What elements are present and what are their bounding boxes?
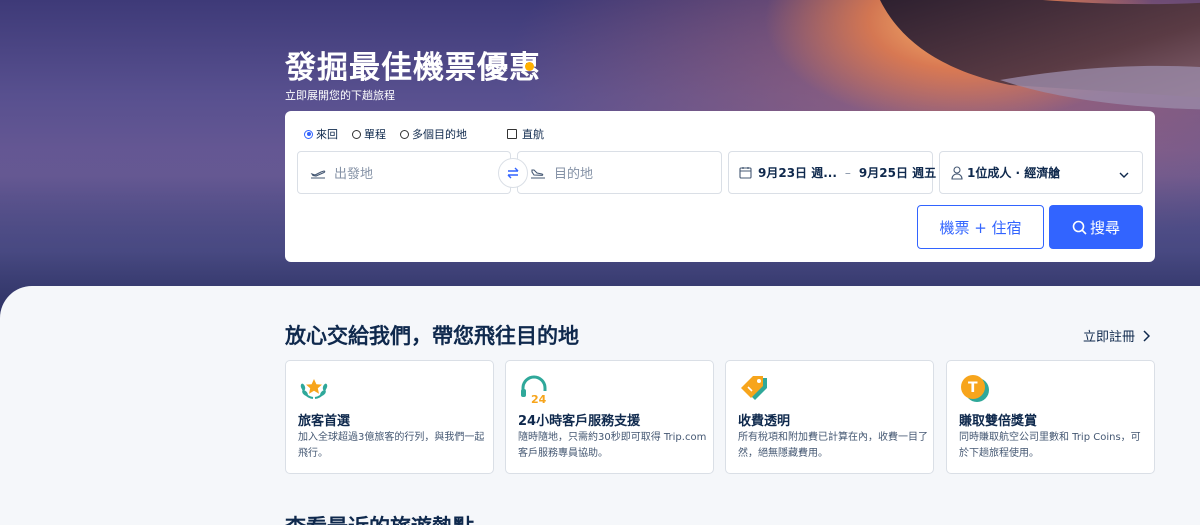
feature-card-support: 24 24小時客戶服務支援 隨時隨地，只需約30秒即可取得 Trip.com 客… xyxy=(505,360,714,474)
price-tag-icon xyxy=(741,376,767,400)
calendar-icon xyxy=(739,165,752,181)
page-title: 發掘最佳機票優惠 xyxy=(285,50,541,86)
trip-type-multi-city[interactable]: 多個目的地 xyxy=(400,126,467,142)
return-date: 9月25日 週五 xyxy=(858,166,937,180)
swap-locations-button[interactable] xyxy=(498,158,528,188)
destination-field[interactable]: 目的地 xyxy=(517,151,722,194)
trust-section-title: 放心交給我們，帶您飛往目的地 xyxy=(285,324,579,348)
page-subtitle: 立即展開您的下趟旅程 xyxy=(285,89,395,102)
feature-description: 所有稅項和附加費已計算在內，收費一目了然，絕無隱藏費用。 xyxy=(738,432,928,459)
radio-icon[interactable] xyxy=(352,129,361,139)
feature-card-double-rewards: T 賺取雙倍獎賞 同時賺取航空公司里數和 Trip Coins，可於下趟旅程使用… xyxy=(946,360,1155,474)
register-link[interactable]: 立即註冊 xyxy=(1083,326,1151,345)
trip-type-round-trip[interactable]: 來回 xyxy=(304,126,338,142)
destination-placeholder: 目的地 xyxy=(554,167,594,182)
landing-plane-icon xyxy=(530,165,546,181)
trip-type-label: 單程 xyxy=(364,128,386,141)
origin-placeholder: 出發地 xyxy=(334,167,374,182)
feature-title: 賺取雙倍獎賞 xyxy=(959,414,1038,429)
svg-text:24: 24 xyxy=(531,393,547,405)
depart-date: 9月23日 週... xyxy=(758,166,837,180)
trip-type-label: 多個目的地 xyxy=(412,128,467,141)
direct-flight-toggle[interactable]: 直航 xyxy=(507,126,544,142)
feature-title: 旅客首選 xyxy=(298,414,351,429)
trip-type-selector: 來回 單程 多個目的地 直航 xyxy=(304,126,544,142)
main-content: 放心交給我們，帶您飛往目的地 立即註冊 旅客首選 加入全球超過3億旅客的行列，與… xyxy=(0,286,1200,525)
takeoff-plane-icon xyxy=(310,165,326,181)
feature-description: 加入全球超過3億旅客的行列，與我們一起飛行。 xyxy=(298,432,485,459)
checkbox-icon[interactable] xyxy=(507,129,517,139)
flight-search-panel: 來回 單程 多個目的地 直航 出發地 目的地 9月23日 週... – 9月25… xyxy=(285,111,1155,262)
feature-title: 收費透明 xyxy=(738,414,791,429)
title-accent-dot xyxy=(525,62,534,71)
date-separator: – xyxy=(844,165,851,180)
swap-arrows-icon xyxy=(507,167,519,179)
svg-text:T: T xyxy=(968,380,978,396)
feature-description: 隨時隨地，只需約30秒即可取得 Trip.com 客戶服務專員協助。 xyxy=(518,432,707,459)
person-icon xyxy=(949,165,965,181)
direct-flight-label: 直航 xyxy=(522,128,544,141)
search-button[interactable]: 搜尋 xyxy=(1049,205,1143,249)
register-link-label: 立即註冊 xyxy=(1083,330,1136,345)
recent-destinations-title: 查看最近的旅遊熱點 xyxy=(285,511,474,525)
radio-selected-icon[interactable] xyxy=(304,129,313,139)
chevron-right-icon xyxy=(1143,329,1151,342)
headset-24-icon: 24 xyxy=(521,375,547,405)
search-icon xyxy=(1072,220,1087,235)
trip-type-label: 來回 xyxy=(316,128,338,141)
flight-hotel-button[interactable]: 機票 + 住宿 xyxy=(917,205,1044,249)
feature-card-transparent-pricing: 收費透明 所有稅項和附加費已計算在內，收費一目了然，絕無隱藏費用。 xyxy=(725,360,934,474)
trip-type-one-way[interactable]: 單程 xyxy=(352,126,386,142)
feature-card-traveler-choice: 旅客首選 加入全球超過3億旅客的行列，與我們一起飛行。 xyxy=(285,360,494,474)
chevron-down-icon xyxy=(1118,166,1130,185)
date-range-field[interactable]: 9月23日 週... – 9月25日 週五 xyxy=(728,151,937,194)
passenger-cabin-select[interactable]: 1位成人 · 經濟艙 xyxy=(939,151,1143,194)
laurel-star-icon xyxy=(300,379,328,399)
trip-coin-icon: T xyxy=(961,375,989,402)
search-button-label: 搜尋 xyxy=(1089,218,1120,237)
passenger-summary: 1位成人 · 經濟艙 xyxy=(967,166,1061,180)
feature-title: 24小時客戶服務支援 xyxy=(518,414,641,429)
feature-description: 同時賺取航空公司里數和 Trip Coins，可於下趟旅程使用。 xyxy=(959,432,1141,459)
origin-field[interactable]: 出發地 xyxy=(297,151,511,194)
radio-icon[interactable] xyxy=(400,129,409,139)
